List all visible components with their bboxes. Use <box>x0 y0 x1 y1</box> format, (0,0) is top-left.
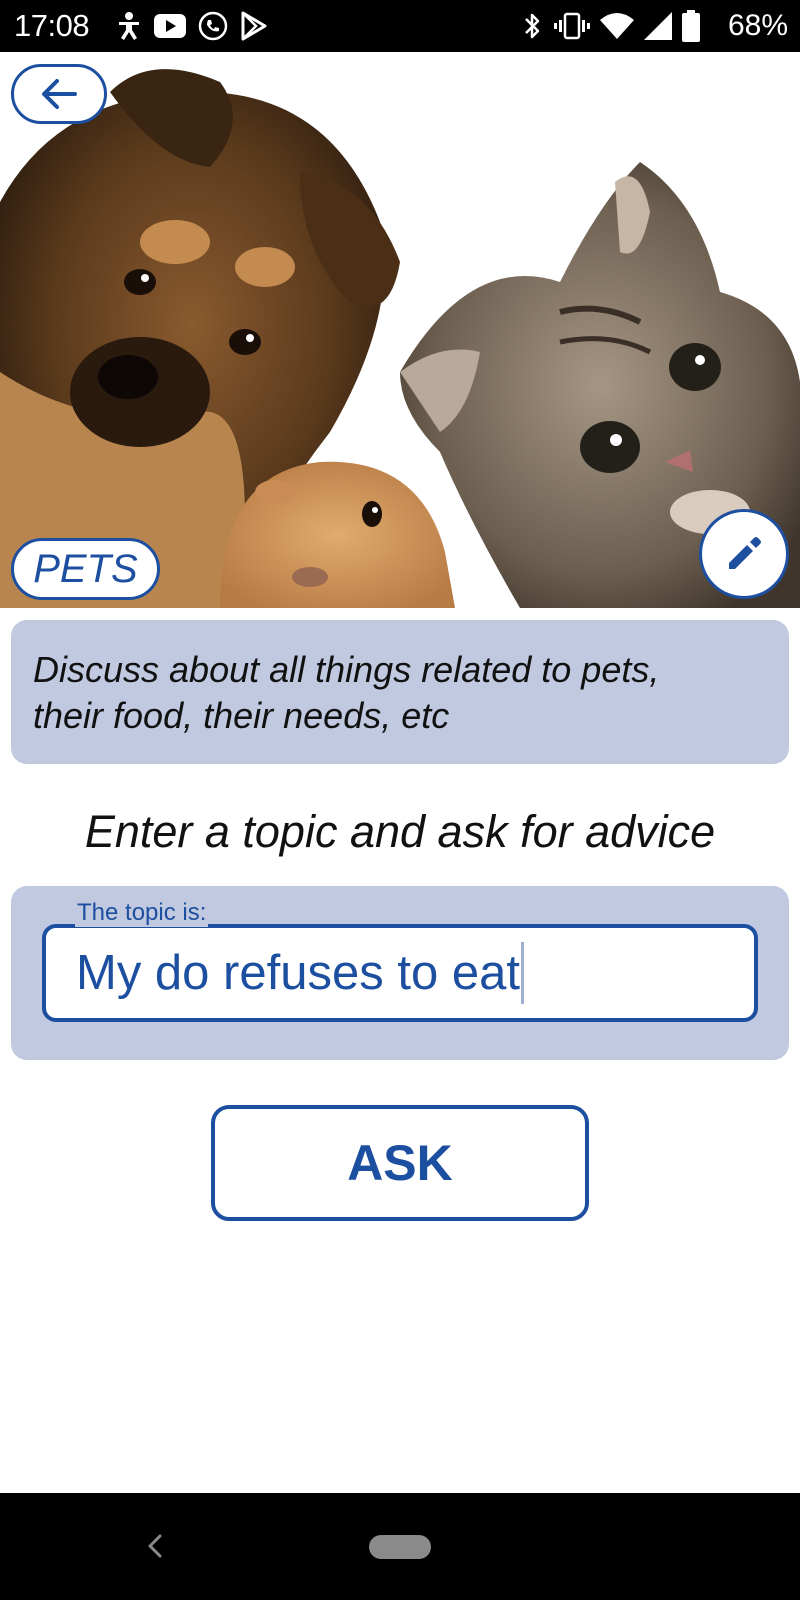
bluetooth-icon <box>525 13 540 39</box>
status-bar: 17:08 68% <box>0 0 800 52</box>
cellular-signal-icon <box>644 12 672 40</box>
home-pill-icon[interactable] <box>369 1535 431 1559</box>
category-badge: PETS <box>11 538 160 600</box>
topic-label: The topic is: <box>75 899 209 927</box>
topic-input[interactable]: My do refuses to eat <box>42 924 758 1022</box>
back-button[interactable] <box>11 64 107 124</box>
ask-button[interactable]: ASK <box>211 1105 589 1221</box>
arrow-left-icon <box>42 79 77 109</box>
category-hero-image <box>0 52 800 608</box>
text-cursor <box>520 942 524 1004</box>
category-description: Discuss about all things related to pets… <box>11 620 789 764</box>
status-time: 17:08 <box>14 8 90 43</box>
topic-field-card: The topic is: My do refuses to eat <box>11 886 789 1060</box>
battery-percentage: 68% <box>727 9 788 42</box>
prompt-heading: Enter a topic and ask for advice <box>84 806 716 857</box>
pencil-icon <box>729 537 761 569</box>
status-notification-icons <box>116 9 268 43</box>
vibrate-icon <box>554 12 590 40</box>
topic-input-value[interactable]: My do refuses to eat <box>76 943 520 1003</box>
nav-back-icon[interactable] <box>140 1526 170 1566</box>
play-store-icon <box>241 11 267 41</box>
description-line-2: their food, their needs, etc <box>33 695 450 736</box>
status-system-icons <box>522 9 700 43</box>
description-line-1: Discuss about all things related to pets… <box>33 649 660 690</box>
youtube-icon <box>154 14 186 38</box>
system-navigation-bar <box>0 1493 800 1600</box>
accessibility-icon <box>119 12 139 40</box>
phone-call-icon <box>198 11 228 41</box>
wifi-icon <box>600 13 634 39</box>
pets-illustration <box>0 69 800 608</box>
edit-button[interactable] <box>699 509 789 599</box>
battery-icon <box>682 10 700 42</box>
